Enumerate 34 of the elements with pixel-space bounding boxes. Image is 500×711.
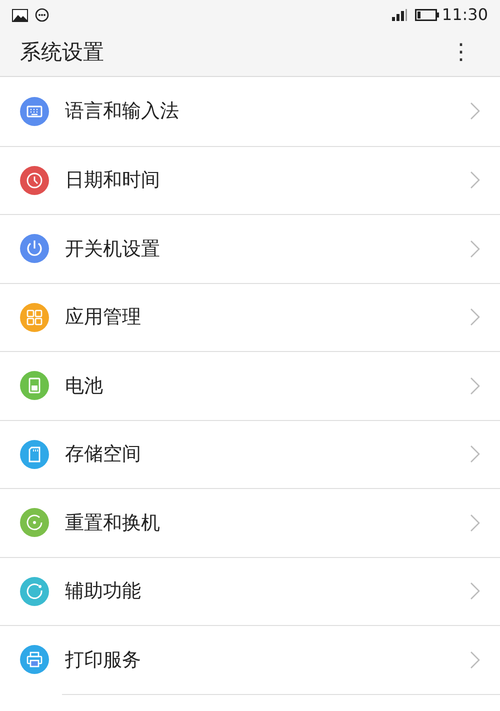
image-icon [12, 8, 28, 22]
item-label: 电池 [65, 374, 104, 398]
item-label: 打印服务 [65, 648, 142, 672]
chevron-icon [470, 445, 480, 464]
chevron-icon [470, 240, 480, 258]
chevron-icon [470, 308, 480, 326]
item-label: 应用管理 [65, 305, 142, 330]
item-label: 存储空间 [65, 442, 142, 467]
settings-item[interactable]: 开关机设置 [0, 214, 500, 282]
settings-item[interactable]: 辅助功能 [0, 556, 500, 625]
settings-item[interactable]: 重置和换机 [0, 488, 500, 556]
chevron-icon [470, 650, 480, 669]
message-icon [35, 8, 49, 22]
settings-item[interactable]: 日期和时间 [0, 146, 500, 214]
chevron-icon [470, 376, 480, 395]
settings-item[interactable]: 存储空间 [0, 420, 500, 488]
settings-item[interactable]: 语言和输入法 [0, 77, 500, 146]
chevron-icon [470, 102, 480, 120]
chevron-icon [470, 582, 480, 600]
chevron-icon [470, 514, 480, 532]
settings-item[interactable]: 电池 [0, 351, 500, 420]
item-label: 重置和换机 [65, 510, 161, 536]
settings-item[interactable]: 打印服务 [0, 625, 500, 694]
page-title: 系统设置 [20, 39, 104, 66]
status-time: 11:30 [442, 4, 488, 26]
signal-icon [392, 9, 408, 21]
chevron-icon [470, 171, 480, 190]
item-label: 辅助功能 [65, 579, 142, 604]
item-label: 开关机设置 [65, 236, 161, 262]
settings-item[interactable]: 应用管理 [0, 282, 500, 351]
item-label: 语言和输入法 [65, 99, 180, 124]
item-label: 日期和时间 [65, 168, 161, 193]
battery-icon [414, 9, 439, 21]
more-menu-button[interactable]: ⋮ [446, 42, 476, 64]
